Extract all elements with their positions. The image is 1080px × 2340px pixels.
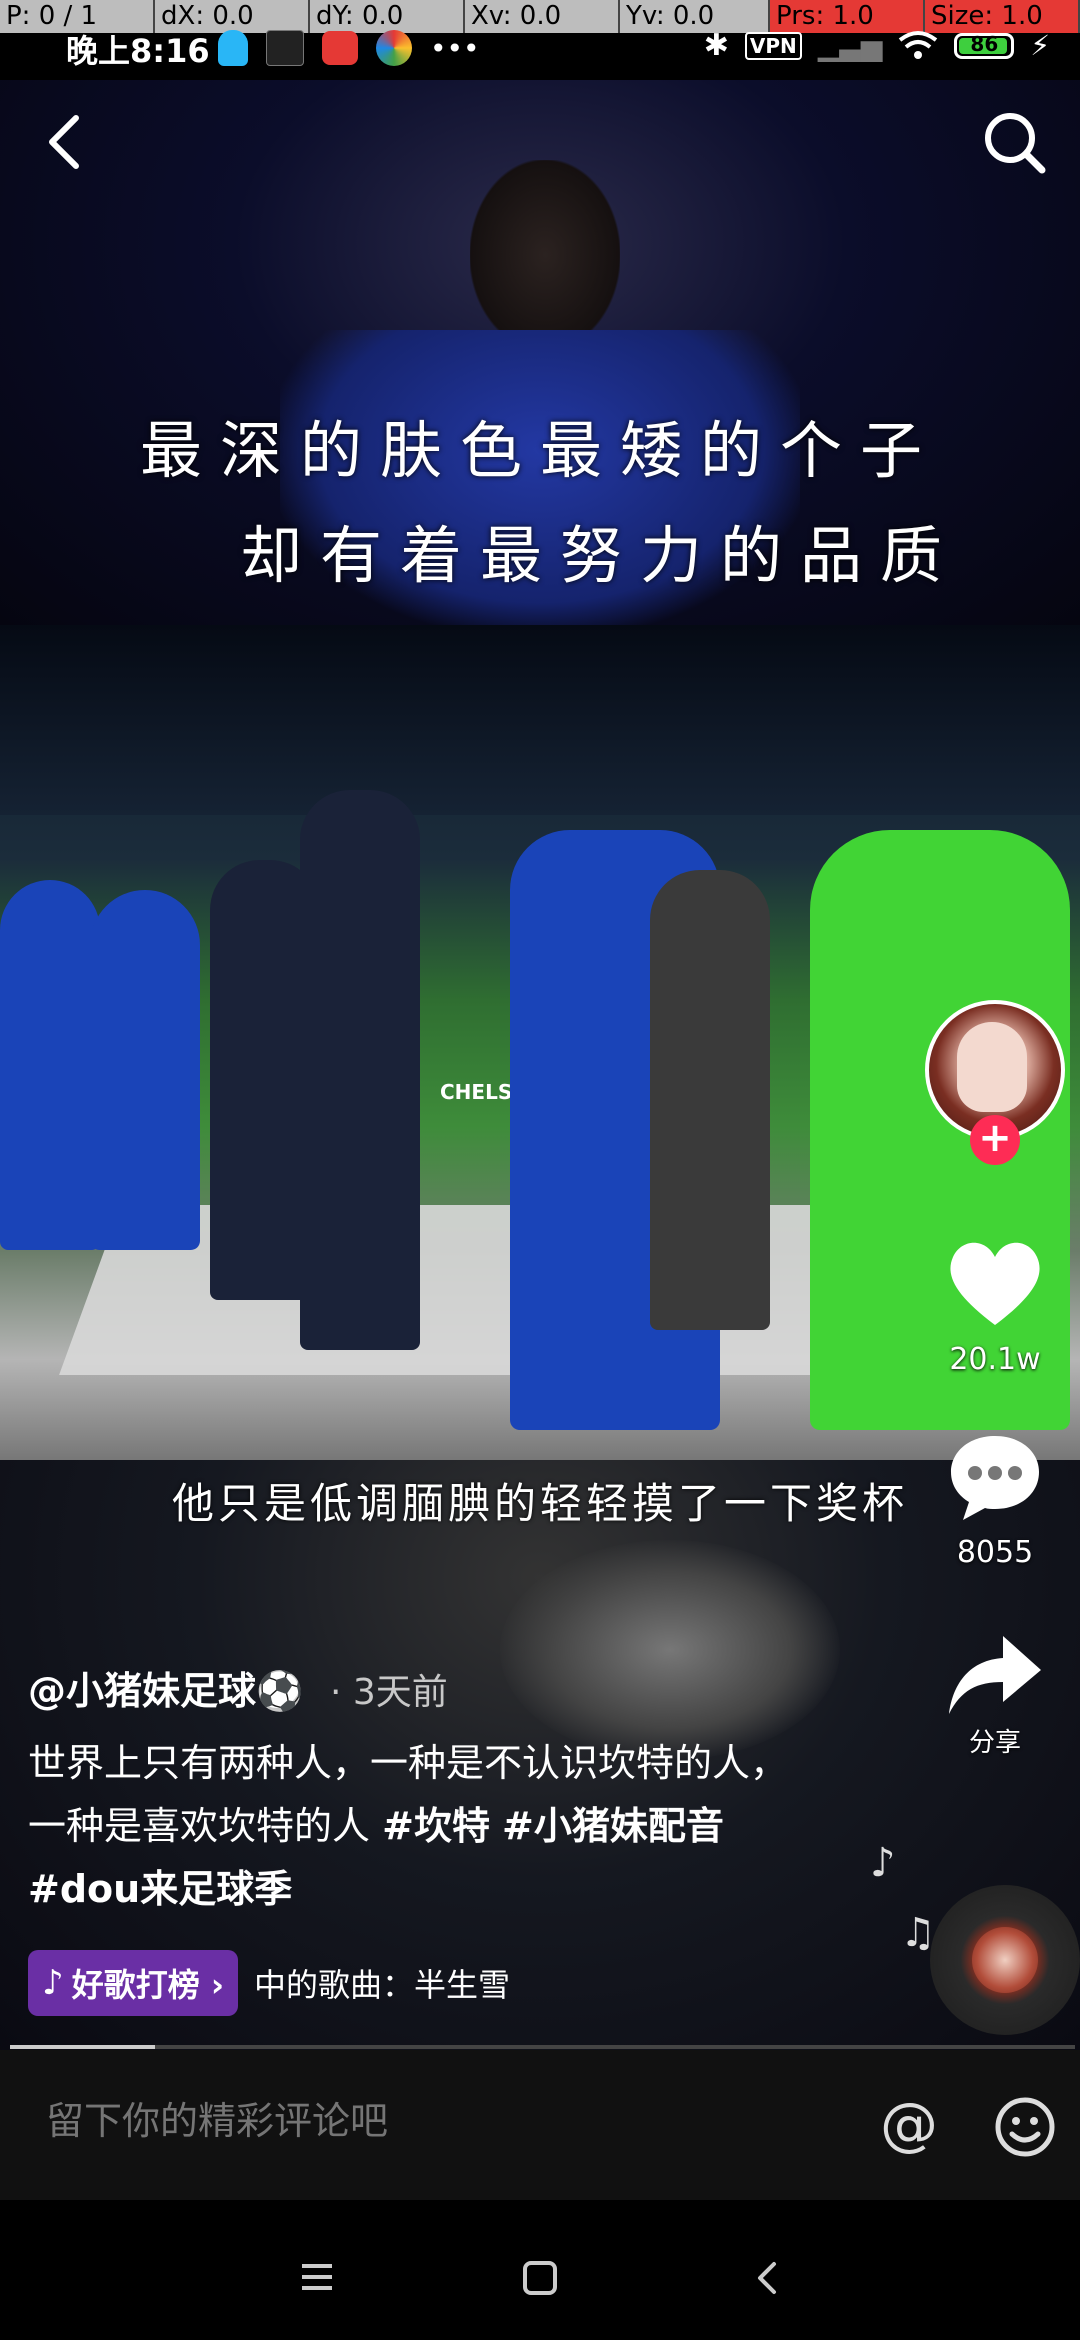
follow-button[interactable]: + bbox=[970, 1115, 1020, 1165]
official-figure bbox=[300, 790, 420, 1350]
music-disc[interactable] bbox=[930, 1885, 1080, 2035]
music-chart-badge[interactable]: ♪ 好歌打榜 › bbox=[28, 1950, 239, 2016]
smiley-icon bbox=[995, 2097, 1055, 2157]
hashtag[interactable]: #dou来足球季 bbox=[28, 1867, 292, 1911]
nav-back-icon[interactable] bbox=[754, 2260, 780, 2296]
status-system-icons: ✱ VPN ▁▃▅ 86 ⚡ bbox=[704, 28, 1050, 63]
wifi-icon bbox=[899, 30, 938, 59]
status-notification-icons: ••• bbox=[218, 30, 480, 66]
qq-icon bbox=[218, 30, 248, 66]
hashtag[interactable]: #小猪妹配音 bbox=[502, 1804, 724, 1848]
avatar-face bbox=[957, 1022, 1027, 1112]
more-notifications-icon: ••• bbox=[430, 31, 480, 65]
comment-count: 8055 bbox=[956, 1535, 1034, 1570]
charging-icon: ⚡ bbox=[1030, 29, 1050, 62]
video-progress-track[interactable] bbox=[10, 2045, 1075, 2049]
post-time: · 3天前 bbox=[330, 1672, 448, 1713]
share-label: 分享 bbox=[968, 1728, 1021, 1758]
music-note-icon: ♪ bbox=[870, 1840, 896, 1886]
search-button[interactable] bbox=[980, 108, 1050, 178]
video-subtitle: 他只是低调腼腆的轻轻摸了一下奖杯 bbox=[171, 1479, 908, 1528]
video-progress-fill bbox=[10, 2045, 155, 2049]
post-description: 世界上只有两种人，一种是不认识坎特的人，一种是喜欢坎特的人 #坎特 #小猪妹配音… bbox=[28, 1732, 788, 1921]
video-caption-line2: 却有着最努力的品质 bbox=[239, 519, 960, 592]
vpn-icon: VPN bbox=[744, 31, 802, 60]
like-count: 20.1w bbox=[949, 1342, 1041, 1377]
mention-button[interactable]: @ bbox=[880, 2090, 938, 2158]
player-figure bbox=[0, 880, 100, 1250]
stadium-roof bbox=[0, 625, 1080, 815]
browser-icon bbox=[376, 30, 412, 66]
status-bar: 晚上8:16 ••• ✱ VPN ▁▃▅ 86 ⚡ bbox=[0, 20, 1080, 80]
app-icon bbox=[266, 30, 304, 66]
author-name[interactable]: @小猪妹足球⚽ bbox=[28, 1660, 303, 1715]
tiktok-logo-icon: ♪ bbox=[42, 1963, 64, 2003]
music-row[interactable]: ♪ 好歌打榜 › 中的歌曲：半生雪 bbox=[28, 1950, 510, 2016]
menu-icon[interactable] bbox=[300, 2262, 334, 2292]
battery-icon: 86 bbox=[954, 31, 1015, 59]
comment-bubble-icon bbox=[951, 1436, 1039, 1520]
share-button[interactable] bbox=[945, 1630, 1045, 1725]
like-button[interactable] bbox=[945, 1235, 1045, 1330]
comment-button[interactable] bbox=[945, 1430, 1045, 1525]
emoji-button[interactable] bbox=[994, 2096, 1056, 2158]
battery-percent: 86 bbox=[970, 31, 999, 56]
music-title: 中的歌曲：半生雪 bbox=[254, 1966, 511, 2004]
back-button[interactable] bbox=[40, 110, 90, 174]
video-caption-line1: 最深的肤色最矮的个子 bbox=[139, 414, 940, 487]
status-time: 晚上8:16 bbox=[66, 32, 210, 70]
system-nav-bar bbox=[0, 2200, 1080, 2340]
player-figure bbox=[90, 890, 200, 1250]
official-figure bbox=[650, 870, 770, 1330]
search-icon bbox=[985, 113, 1046, 174]
at-icon: @ bbox=[880, 2090, 938, 2158]
music-badge-label: 好歌打榜 › bbox=[71, 1966, 225, 2004]
home-icon[interactable] bbox=[522, 2260, 558, 2296]
signal-icon: ▁▃▅ bbox=[817, 29, 883, 62]
disc-cover bbox=[972, 1927, 1038, 1993]
heart-icon bbox=[950, 1242, 1040, 1325]
hashtag[interactable]: #坎特 bbox=[382, 1804, 490, 1848]
bluetooth-icon: ✱ bbox=[703, 28, 729, 63]
comment-input[interactable] bbox=[44, 2100, 828, 2145]
trophy-shape bbox=[500, 1540, 840, 1760]
chevron-left-icon bbox=[49, 115, 79, 169]
weibo-icon bbox=[322, 31, 358, 65]
share-arrow-icon bbox=[949, 1636, 1041, 1714]
player-head bbox=[470, 160, 620, 350]
